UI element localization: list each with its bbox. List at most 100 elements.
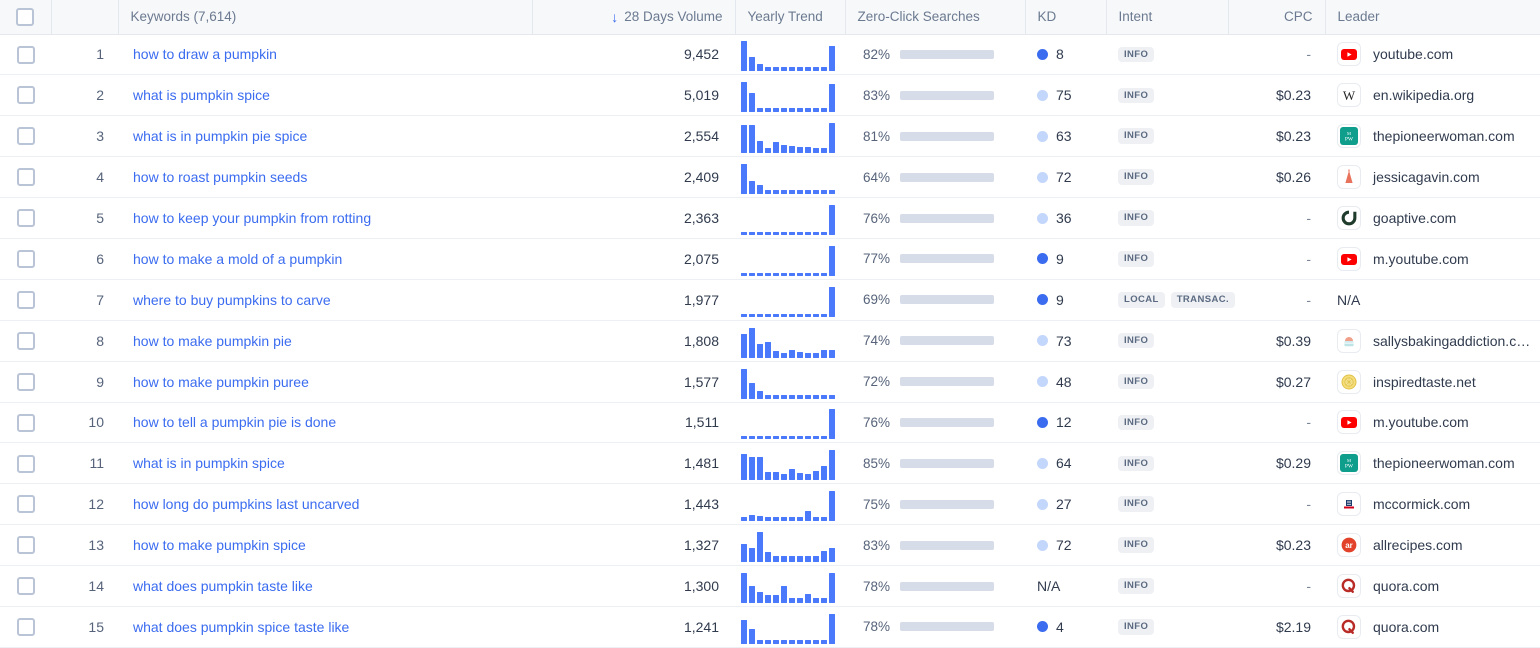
leader-domain[interactable]: allrecipes.com — [1373, 537, 1462, 553]
intent-badge[interactable]: INFO — [1118, 619, 1155, 635]
intent-badge[interactable]: INFO — [1118, 332, 1155, 349]
leader-domain[interactable]: m.youtube.com — [1373, 251, 1469, 267]
row-select-cell[interactable] — [0, 442, 51, 485]
table-row[interactable]: 14 what does pumpkin taste like 1,300 78% N/… — [0, 565, 1540, 607]
row-select-cell[interactable] — [0, 197, 51, 239]
row-select-cell[interactable] — [0, 74, 51, 117]
intent-badge[interactable]: INFO — [1118, 537, 1155, 553]
keyword-link[interactable]: how to make pumpkin pie — [133, 333, 292, 349]
intent-badge[interactable]: TRANSAC. — [1170, 292, 1236, 308]
keyword-link[interactable]: what does pumpkin spice taste like — [133, 619, 349, 635]
table-row[interactable]: 3 what is in pumpkin pie spice 2,554 81% 63 I… — [0, 115, 1540, 158]
table-row[interactable]: 9 how to make pumpkin puree 1,577 72% 48 INFO… — [0, 361, 1540, 403]
table-row[interactable]: 11 what is in pumpkin spice 1,481 85% 64 INFO… — [0, 442, 1540, 485]
row-checkbox[interactable] — [16, 454, 35, 473]
leader-domain[interactable]: m.youtube.com — [1373, 414, 1469, 430]
volume-header[interactable]: ↓ 28 Days Volume — [532, 0, 736, 35]
intent-badge[interactable]: INFO — [1118, 169, 1155, 185]
keyword-link[interactable]: what is in pumpkin pie spice — [133, 128, 307, 144]
intent-badge[interactable]: INFO — [1118, 46, 1155, 63]
intent-badge[interactable]: INFO — [1118, 578, 1155, 594]
intent-badge[interactable]: INFO — [1118, 87, 1155, 104]
row-select-cell[interactable] — [0, 606, 51, 648]
row-checkbox[interactable] — [16, 45, 35, 64]
leader-header[interactable]: Leader — [1325, 0, 1540, 35]
keyword-link[interactable]: how to make pumpkin puree — [133, 374, 309, 390]
row-checkbox[interactable] — [16, 168, 35, 187]
leader-domain[interactable]: quora.com — [1373, 578, 1439, 594]
keyword-link[interactable]: how to keep your pumpkin from rotting — [133, 210, 371, 226]
leader-domain[interactable]: quora.com — [1373, 619, 1439, 635]
keyword-link[interactable]: how to tell a pumpkin pie is done — [133, 414, 336, 430]
row-select-cell[interactable] — [0, 320, 51, 362]
leader-domain[interactable]: goaptive.com — [1373, 210, 1456, 226]
row-checkbox[interactable] — [16, 331, 35, 350]
sort-descending-icon[interactable]: ↓ — [611, 10, 618, 24]
leader-domain[interactable]: mccormick.com — [1373, 496, 1470, 512]
row-checkbox[interactable] — [16, 290, 35, 309]
row-select-cell[interactable] — [0, 238, 51, 280]
table-row[interactable]: 4 how to roast pumpkin seeds 2,409 64% 72 INF… — [0, 156, 1540, 199]
intent-badge[interactable]: LOCAL — [1118, 292, 1165, 308]
row-checkbox[interactable] — [16, 209, 35, 228]
row-select-cell[interactable] — [0, 524, 51, 567]
row-select-cell[interactable] — [0, 402, 51, 444]
table-row[interactable]: 1 how to draw a pumpkin 9,452 82% 8 INFO - yout… — [0, 34, 1540, 76]
table-row[interactable]: 8 how to make pumpkin pie 1,808 74% 73 INFO $0… — [0, 320, 1540, 362]
intent-badge[interactable]: INFO — [1118, 210, 1155, 226]
table-row[interactable]: 10 how to tell a pumpkin pie is done 1,511… — [0, 402, 1540, 444]
select-all-checkbox[interactable] — [16, 7, 35, 26]
intent-badge[interactable]: INFO — [1118, 496, 1155, 512]
row-checkbox[interactable] — [16, 127, 35, 146]
row-checkbox[interactable] — [16, 618, 35, 637]
intent-badge[interactable]: INFO — [1118, 455, 1155, 472]
keyword-link[interactable]: where to buy pumpkins to carve — [133, 292, 331, 308]
row-checkbox[interactable] — [16, 536, 35, 555]
keywords-header[interactable]: Keywords (7,614) — [118, 0, 533, 35]
table-row[interactable]: 7 where to buy pumpkins to carve 1,977 69% 9… — [0, 279, 1540, 321]
table-row[interactable]: 15 what does pumpkin spice taste like 1,24… — [0, 606, 1540, 648]
keyword-link[interactable]: how to make a mold of a pumpkin — [133, 251, 342, 267]
keyword-link[interactable]: what is in pumpkin spice — [133, 455, 285, 471]
keyword-link[interactable]: how to make pumpkin spice — [133, 537, 306, 553]
intent-header[interactable]: Intent — [1106, 0, 1229, 35]
row-checkbox[interactable] — [16, 577, 35, 596]
leader-domain[interactable]: thepioneerwoman.com — [1373, 455, 1515, 471]
intent-badge[interactable]: INFO — [1118, 373, 1155, 390]
table-row[interactable]: 12 how long do pumpkins last uncarved 1,44… — [0, 483, 1540, 526]
leader-domain[interactable]: youtube.com — [1373, 46, 1453, 62]
zero-click-header[interactable]: Zero-Click Searches — [845, 0, 1026, 35]
keyword-link[interactable]: what does pumpkin taste like — [133, 578, 313, 594]
table-row[interactable]: 6 how to make a mold of a pumpkin 2,075 77%… — [0, 238, 1540, 280]
row-checkbox[interactable] — [16, 86, 35, 105]
row-checkbox[interactable] — [16, 413, 35, 432]
intent-badge[interactable]: INFO — [1118, 414, 1155, 431]
keyword-link[interactable]: how long do pumpkins last uncarved — [133, 496, 359, 512]
row-select-cell[interactable] — [0, 279, 51, 321]
table-row[interactable]: 5 how to keep your pumpkin from rotting 2,… — [0, 197, 1540, 239]
leader-domain[interactable]: thepioneerwoman.com — [1373, 128, 1515, 144]
row-checkbox[interactable] — [16, 250, 35, 269]
row-select-cell[interactable] — [0, 34, 51, 76]
leader-domain[interactable]: en.wikipedia.org — [1373, 87, 1474, 103]
leader-domain[interactable]: sallysbakingaddiction.c… — [1373, 333, 1530, 349]
keyword-link[interactable]: how to draw a pumpkin — [133, 46, 277, 62]
row-select-cell[interactable] — [0, 115, 51, 158]
leader-domain[interactable]: jessicagavin.com — [1373, 169, 1480, 185]
intent-badge[interactable]: INFO — [1118, 128, 1155, 144]
row-select-cell[interactable] — [0, 361, 51, 403]
intent-badge[interactable]: INFO — [1118, 251, 1155, 267]
keyword-link[interactable]: how to roast pumpkin seeds — [133, 169, 307, 185]
row-checkbox[interactable] — [16, 495, 35, 514]
table-row[interactable]: 13 how to make pumpkin spice 1,327 83% 72 INF… — [0, 524, 1540, 567]
row-select-cell[interactable] — [0, 483, 51, 526]
kd-header[interactable]: KD — [1025, 0, 1107, 35]
table-row[interactable]: 2 what is pumpkin spice 5,019 83% 75 INFO $0.2… — [0, 74, 1540, 117]
row-checkbox[interactable] — [16, 372, 35, 391]
keyword-link[interactable]: what is pumpkin spice — [133, 87, 270, 103]
row-select-cell[interactable] — [0, 565, 51, 607]
cpc-header[interactable]: CPC — [1228, 0, 1326, 35]
yearly-trend-header[interactable]: Yearly Trend — [735, 0, 846, 35]
row-select-cell[interactable] — [0, 156, 51, 199]
leader-domain[interactable]: inspiredtaste.net — [1373, 374, 1476, 390]
